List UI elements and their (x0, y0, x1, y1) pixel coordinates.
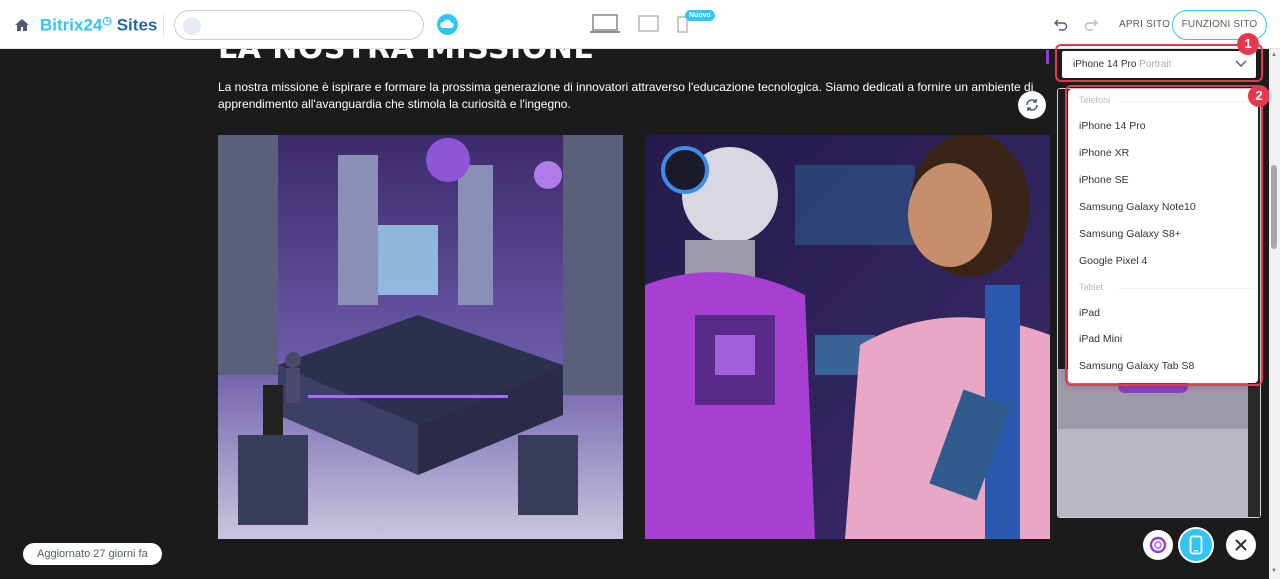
page-text: La nostra missione è ispirare e formare … (218, 80, 1034, 111)
close-preview-button[interactable] (1226, 530, 1256, 560)
refresh-icon (1026, 99, 1038, 111)
logo[interactable]: Bitrix24◷ Sites (40, 14, 157, 36)
desktop-icon[interactable] (590, 13, 620, 35)
accent-strip (1046, 50, 1049, 64)
ai-assistant-button[interactable] (1143, 530, 1173, 560)
redo-icon[interactable] (1084, 17, 1098, 31)
scroll-up-arrow[interactable]: ▲ (1271, 52, 1277, 58)
new-badge: Nuovo (685, 10, 715, 21)
highlight-box-2 (1065, 85, 1263, 386)
scrollbar-thumb[interactable] (1271, 165, 1277, 249)
scroll-down-arrow[interactable]: ▼ (1271, 568, 1277, 574)
clock-icon: ◷ (102, 15, 112, 27)
home-icon[interactable] (14, 17, 30, 33)
step-marker-2: 2 (1248, 85, 1270, 107)
favicon-icon (183, 17, 201, 35)
mobile-view-button[interactable] (1178, 527, 1214, 563)
top-bar: Bitrix24◷ Sites Nuovo APRI SITO FUNZIONI… (0, 0, 1280, 49)
swirl-icon (1149, 536, 1167, 554)
robot-student-image (645, 135, 1050, 539)
close-icon (1235, 539, 1247, 551)
tablet-icon[interactable] (638, 13, 660, 35)
highlight-box-1 (1055, 44, 1263, 82)
last-updated-badge: Aggiornato 27 giorni fa (23, 543, 162, 565)
cloud-icon[interactable] (437, 14, 458, 35)
undo-icon[interactable] (1054, 17, 1068, 31)
rotate-device-button[interactable] (1018, 91, 1046, 119)
lab-image (218, 135, 623, 539)
divider (163, 13, 164, 37)
site-address-field[interactable] (174, 10, 424, 40)
step-marker-1: 1 (1237, 33, 1259, 55)
phone-icon (1189, 535, 1203, 555)
logo-bitrix24: Bitrix24 (40, 15, 103, 35)
logo-sites: Sites (116, 15, 158, 35)
scrollbar[interactable] (1269, 49, 1280, 579)
open-site-link[interactable]: APRI SITO (1119, 19, 1170, 30)
page-title: LA NOSTRA MISSIONE (218, 49, 594, 66)
